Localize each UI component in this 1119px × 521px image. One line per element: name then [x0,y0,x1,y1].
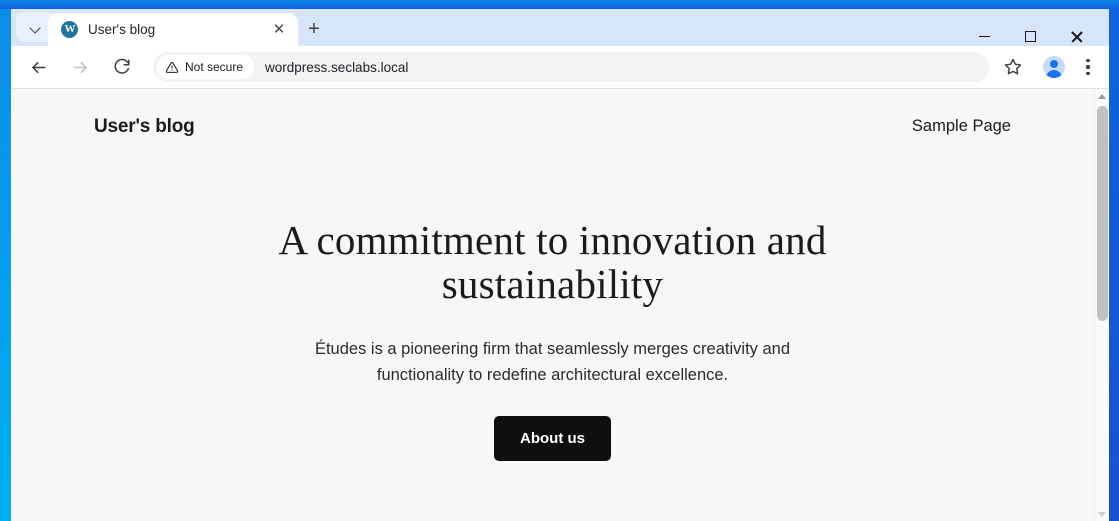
nav-link-sample-page[interactable]: Sample Page [912,117,1011,136]
window-right-border [1109,9,1119,521]
profile-avatar-button[interactable] [1039,52,1069,82]
page-title: A commitment to innovation and sustainab… [278,217,827,307]
scroll-up-icon[interactable] [1095,89,1109,103]
chevron-down-icon [30,24,41,31]
menu-dot [1086,59,1090,63]
close-icon[interactable]: ✕ [268,19,290,41]
warning-triangle-icon [165,61,179,74]
browser-window: W User's blog ✕ + Not secure wordpress.s… [0,0,1119,521]
tab-strip: W User's blog ✕ + [11,9,1109,46]
close-window-glyph [1070,30,1083,43]
avatar [1043,56,1065,78]
page-content: User's blog Sample Page A commitment to … [11,89,1094,521]
three-dot-menu-icon[interactable] [1073,51,1103,83]
minimize-glyph [978,35,990,38]
new-tab-button[interactable]: + [299,15,329,43]
window-left-border [0,9,11,521]
reload-icon[interactable] [105,50,139,84]
site-header: User's blog Sample Page [11,89,1094,164]
address-bar[interactable]: Not secure wordpress.seclabs.local [153,52,989,82]
hero-description: Études is a pioneering firm that seamles… [314,339,791,384]
scrollbar-thumb[interactable] [1097,106,1108,321]
browser-tab-users-blog[interactable]: W User's blog ✕ [48,13,298,46]
wordpress-icon-glyph: W [64,23,76,35]
star-icon[interactable] [997,51,1029,83]
tab-title: User's blog [88,22,156,37]
triangle-up-glyph [1098,93,1106,99]
hero-section: A commitment to innovation and sustainab… [11,217,1094,461]
security-status-chip[interactable]: Not secure [157,55,255,79]
page-viewport: User's blog Sample Page A commitment to … [11,89,1109,521]
url-text: wordpress.seclabs.local [265,59,409,75]
menu-dot [1086,71,1090,75]
security-status-label: Not secure [185,60,244,74]
window-top-strip [0,0,1119,9]
menu-dot [1086,65,1090,69]
about-us-button[interactable]: About us [494,415,611,461]
browser-toolbar: Not secure wordpress.seclabs.local [11,46,1109,89]
scroll-down-icon[interactable] [1095,507,1109,521]
page-scrollbar[interactable] [1094,89,1109,521]
maximize-glyph [1024,31,1036,42]
forward-icon[interactable] [63,50,97,84]
triangle-down-glyph [1098,511,1106,517]
site-title[interactable]: User's blog [94,116,195,138]
wordpress-icon: W [61,21,78,38]
back-icon[interactable] [21,50,55,84]
